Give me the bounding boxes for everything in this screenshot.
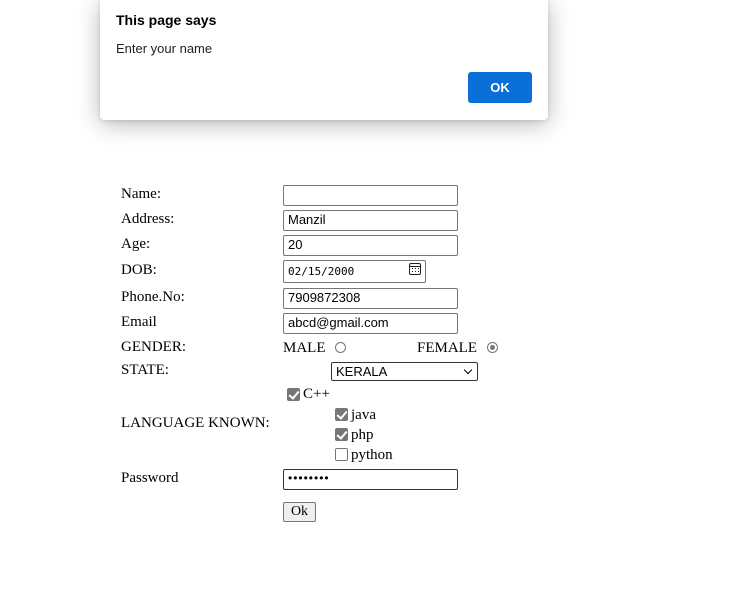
- language-python-checkbox[interactable]: [335, 448, 348, 461]
- chevron-down-icon: [463, 365, 473, 375]
- email-label: Email: [121, 314, 157, 330]
- phone-input[interactable]: 7909872308: [283, 288, 458, 309]
- calendar-icon[interactable]: [409, 263, 421, 275]
- dialog-ok-button[interactable]: OK: [468, 72, 532, 103]
- language-php-checkbox[interactable]: [335, 428, 348, 441]
- gender-female-radio[interactable]: [487, 342, 498, 353]
- age-label: Age:: [121, 236, 151, 252]
- dialog-title: This page says: [116, 12, 217, 28]
- gender-label: GENDER:: [121, 339, 186, 355]
- name-label: Name:: [121, 186, 161, 202]
- language-label: LANGUAGE KNOWN:: [121, 415, 270, 431]
- dob-value: 02/15/2000: [288, 265, 355, 278]
- address-input[interactable]: Manzil: [283, 210, 458, 231]
- email-input[interactable]: abcd@gmail.com: [283, 313, 458, 334]
- submit-button[interactable]: Ok: [283, 502, 316, 522]
- gender-female-label: FEMALE: [417, 340, 477, 356]
- language-java-checkbox[interactable]: [335, 408, 348, 421]
- dialog-message: Enter your name: [116, 41, 213, 56]
- gender-male-radio[interactable]: [335, 342, 346, 353]
- language-php-label: php: [351, 427, 374, 443]
- alert-dialog: This page says Enter your name OK: [100, 0, 548, 120]
- address-label: Address:: [121, 211, 175, 227]
- state-selected-value: KERALA: [336, 364, 388, 379]
- language-cpp-label: C++: [303, 386, 330, 402]
- age-input[interactable]: 20: [283, 235, 458, 256]
- state-select[interactable]: KERALA: [331, 362, 478, 381]
- language-python-label: python: [351, 447, 393, 463]
- dob-label: DOB:: [121, 262, 157, 278]
- gender-male-label: MALE: [283, 340, 326, 356]
- language-cpp-checkbox[interactable]: [287, 388, 300, 401]
- password-label: Password: [121, 470, 179, 486]
- state-label: STATE:: [121, 362, 169, 378]
- dob-input[interactable]: 02/15/2000: [283, 260, 426, 283]
- language-java-label: java: [351, 407, 376, 423]
- phone-label: Phone.No:: [121, 289, 185, 305]
- name-input[interactable]: [283, 185, 458, 206]
- password-input[interactable]: ••••••••: [283, 469, 458, 490]
